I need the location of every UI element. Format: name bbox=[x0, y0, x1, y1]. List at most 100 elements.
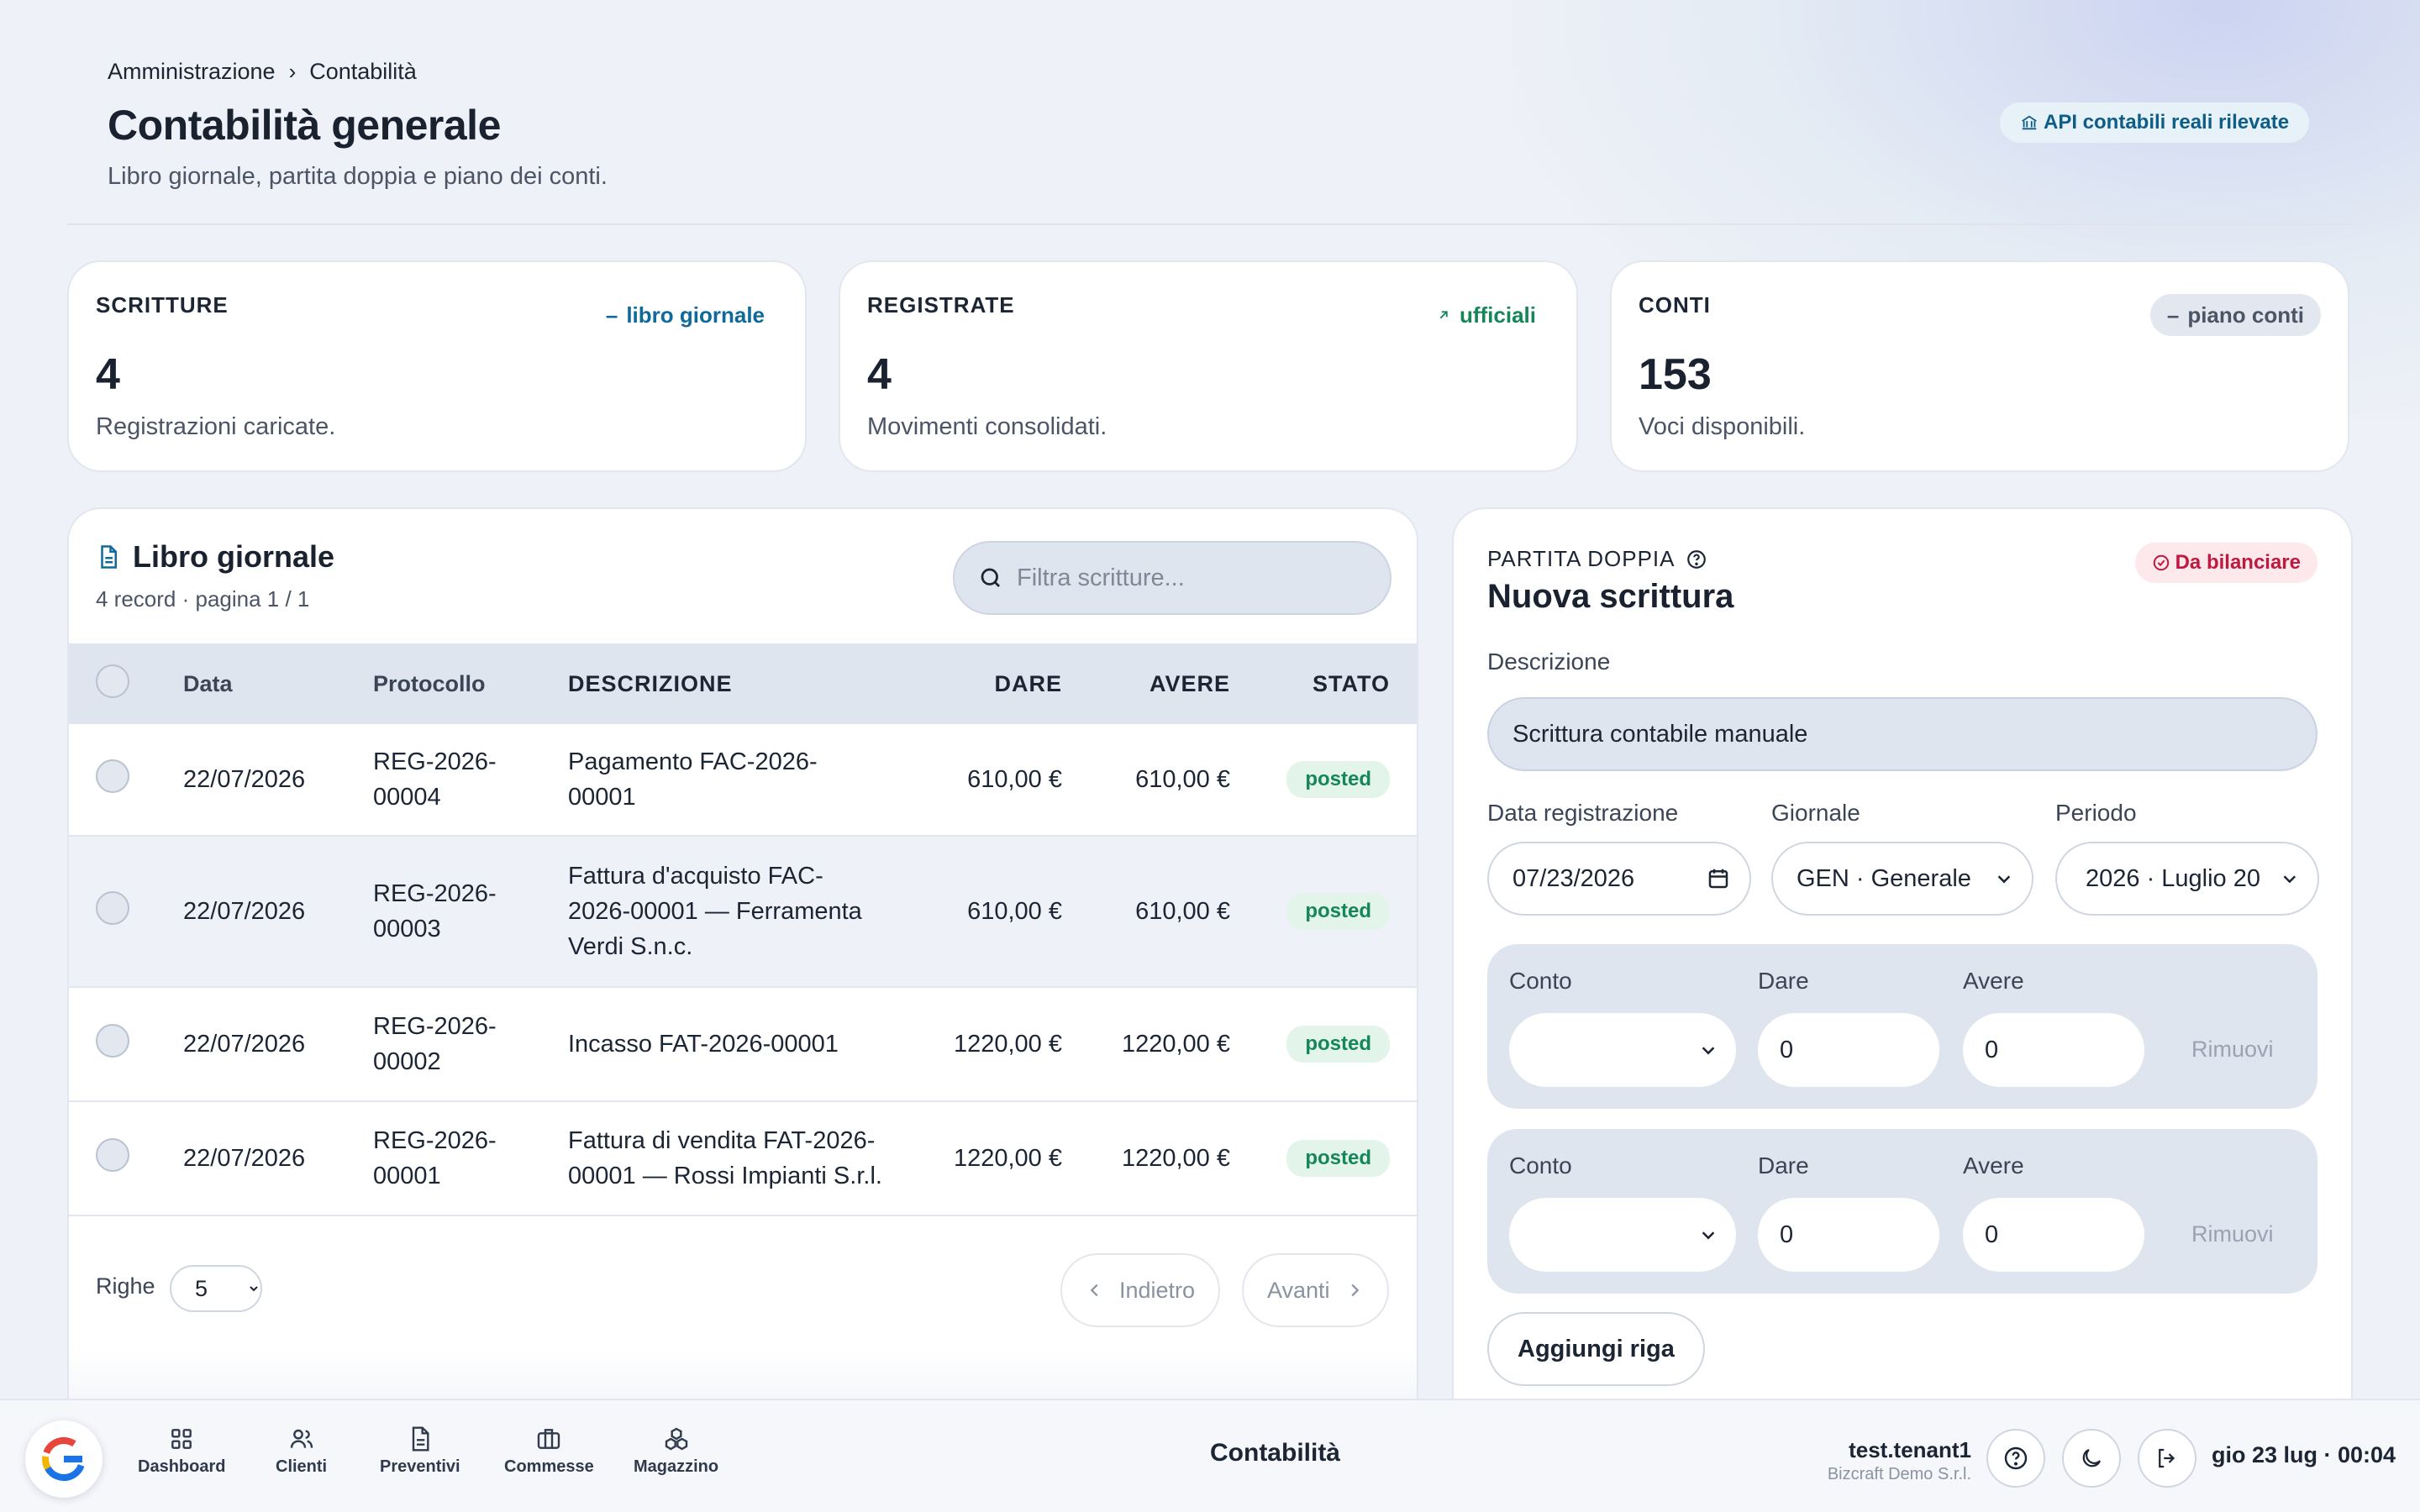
stat-label: REGISTRATE bbox=[867, 292, 1015, 318]
dare-label: Dare bbox=[1758, 968, 1809, 994]
moon-icon bbox=[2082, 1448, 2102, 1467]
breadcrumb-amministrazione[interactable]: Amministrazione bbox=[108, 59, 276, 85]
app-logo[interactable] bbox=[25, 1420, 103, 1498]
logout-icon bbox=[2159, 1448, 2175, 1468]
check-circle-icon bbox=[2153, 554, 2169, 571]
dare-input[interactable]: 0 bbox=[1758, 1198, 1939, 1272]
account-select[interactable] bbox=[1509, 1198, 1736, 1272]
nav-clienti[interactable]: Clienti bbox=[276, 1425, 327, 1477]
row-protocol: REG-2026- 00003 bbox=[373, 880, 497, 942]
stat-tag-label: piano conti bbox=[2187, 302, 2304, 328]
remove-line-button[interactable]: Rimuovi bbox=[2191, 1037, 2274, 1063]
dare-label: Dare bbox=[1758, 1152, 1809, 1179]
row-dare: 1220,00 € bbox=[953, 1144, 1062, 1172]
nav-commesse[interactable]: Commesse bbox=[504, 1425, 594, 1477]
breadcrumb-contabilita: Contabilità bbox=[309, 59, 417, 84]
remove-line-button[interactable]: Rimuovi bbox=[2191, 1221, 2274, 1247]
nav-magazzino[interactable]: Magazzino bbox=[634, 1425, 718, 1477]
period-select[interactable]: 2026 · Luglio 20 bbox=[2055, 842, 2319, 916]
chevron-right-icon bbox=[1351, 1284, 1359, 1297]
column-header-protocollo[interactable]: Protocollo bbox=[373, 666, 568, 701]
row-checkbox[interactable] bbox=[96, 759, 129, 793]
add-row-button[interactable]: Aggiungi riga bbox=[1487, 1312, 1705, 1386]
select-all-checkbox[interactable] bbox=[96, 664, 129, 698]
table-row[interactable]: 22/07/2026 REG-2026- 00003 Fattura d'acqu… bbox=[69, 837, 1417, 988]
rows-per-page-label: Righe bbox=[96, 1273, 155, 1299]
row-checkbox[interactable] bbox=[96, 1024, 129, 1058]
header-divider bbox=[67, 223, 2353, 225]
description-label: Descrizione bbox=[1487, 648, 1611, 675]
stat-value: 153 bbox=[1639, 350, 1712, 399]
table-row[interactable]: 22/07/2026 REG-2026- 00002 Incasso FAT-20… bbox=[69, 988, 1417, 1102]
avere-input[interactable]: 0 bbox=[1963, 1013, 2144, 1087]
journal-select[interactable]: GEN · Generale bbox=[1771, 842, 2033, 916]
stat-desc: Voci disponibili. bbox=[1639, 413, 1806, 440]
column-header-data[interactable]: Data bbox=[183, 671, 373, 697]
search-input[interactable] bbox=[1017, 564, 1353, 592]
clock: gio 23 lug · 00:04 bbox=[2212, 1442, 2396, 1467]
dashboard-icon bbox=[171, 1429, 192, 1449]
stat-card-conti: CONTI – piano conti 153 Voci disponibili. bbox=[1610, 260, 2349, 472]
dare-input[interactable]: 0 bbox=[1758, 1013, 1939, 1087]
chevron-left-icon bbox=[1090, 1284, 1098, 1297]
stat-card-scritture: SCRITTURE – libro giornale 4 Registrazion… bbox=[67, 260, 807, 472]
stat-desc: Registrazioni caricate. bbox=[96, 413, 336, 440]
description-input[interactable]: Scrittura contabile manuale bbox=[1487, 697, 2317, 771]
theme-toggle-button[interactable] bbox=[2062, 1429, 2121, 1488]
row-description: Pagamento FAC-2026- 00001 bbox=[568, 748, 818, 811]
entry-title: Nuova scrittura bbox=[1487, 578, 1734, 615]
avere-label: Avere bbox=[1963, 968, 2024, 994]
account-label: Conto bbox=[1509, 968, 1572, 994]
column-header-stato[interactable]: STATO bbox=[1230, 671, 1417, 697]
calendar-icon[interactable] bbox=[1706, 866, 1731, 891]
row-checkbox[interactable] bbox=[96, 1138, 129, 1172]
nav-preventivi[interactable]: Preventivi bbox=[380, 1425, 460, 1477]
date-input[interactable]: 07/23/2026 bbox=[1487, 842, 1751, 916]
journal-title: Libro giornale bbox=[96, 539, 334, 575]
page-title: Contabilità generale bbox=[108, 102, 501, 149]
next-page-button[interactable]: Avanti bbox=[1242, 1253, 1389, 1327]
rows-per-page-select[interactable]: 5 bbox=[170, 1265, 262, 1312]
search-box[interactable] bbox=[953, 541, 1392, 615]
logout-button[interactable] bbox=[2138, 1429, 2196, 1488]
current-section-title: Contabilità bbox=[1210, 1439, 1340, 1467]
journal-panel: Libro giornale 4 record · pagina 1 / 1 D… bbox=[67, 507, 1418, 1399]
avere-label: Avere bbox=[1963, 1152, 2024, 1179]
help-button[interactable] bbox=[1986, 1429, 2045, 1488]
breadcrumb: Amministrazione › Contabilità bbox=[108, 59, 417, 85]
entry-line: Conto Dare Avere 0 0 Rimuovi bbox=[1487, 944, 2317, 1109]
row-date: 22/07/2026 bbox=[183, 1144, 306, 1172]
entry-kicker: PARTITA DOPPIA bbox=[1487, 546, 1707, 572]
column-header-descrizione[interactable]: DESCRIZIONE bbox=[568, 666, 938, 701]
panel-fade bbox=[69, 1349, 1417, 1399]
help-icon bbox=[2004, 1446, 2028, 1470]
row-avere: 1220,00 € bbox=[1121, 1030, 1230, 1058]
stat-desc: Movimenti consolidati. bbox=[867, 413, 1107, 440]
arrow-up-right-icon bbox=[1439, 311, 1448, 319]
row-avere: 1220,00 € bbox=[1121, 1144, 1230, 1172]
api-status-label: API contabili reali rilevate bbox=[2044, 111, 2290, 134]
prev-page-button[interactable]: Indietro bbox=[1060, 1253, 1221, 1327]
status-badge: posted bbox=[1286, 893, 1390, 930]
row-checkbox[interactable] bbox=[96, 891, 129, 925]
stat-tag-label: libro giornale bbox=[626, 302, 765, 328]
table-row[interactable]: 22/07/2026 REG-2026- 00001 Fattura di ven… bbox=[69, 1102, 1417, 1216]
column-header-dare[interactable]: DARE bbox=[938, 671, 1062, 697]
status-badge: posted bbox=[1286, 1026, 1390, 1063]
stat-label: SCRITTURE bbox=[96, 292, 229, 318]
page-subtitle: Libro giornale, partita doppia e piano d… bbox=[108, 163, 608, 190]
stat-card-registrate: REGISTRATE ufficiali 4 Movimenti consoli… bbox=[839, 260, 1578, 472]
status-badge: posted bbox=[1286, 761, 1390, 798]
nav-dashboard[interactable]: Dashboard bbox=[138, 1425, 225, 1477]
account-select[interactable] bbox=[1509, 1013, 1736, 1087]
table-row[interactable]: 22/07/2026 REG-2026- 00004 Pagamento FAC-… bbox=[69, 724, 1417, 837]
search-icon bbox=[981, 568, 1000, 587]
journal-meta: 4 record · pagina 1 / 1 bbox=[96, 586, 310, 612]
avere-input[interactable]: 0 bbox=[1963, 1198, 2144, 1272]
user-info[interactable]: test.tenant1 Bizcraft Demo S.r.l. bbox=[1815, 1437, 1971, 1484]
table-header: Data Protocollo DESCRIZIONE DARE AVERE S… bbox=[69, 643, 1417, 724]
column-header-avere[interactable]: AVERE bbox=[1062, 671, 1230, 697]
help-icon[interactable] bbox=[1686, 549, 1707, 570]
chevron-down-icon bbox=[1997, 875, 2011, 884]
row-protocol: REG-2026- 00001 bbox=[373, 1127, 497, 1189]
